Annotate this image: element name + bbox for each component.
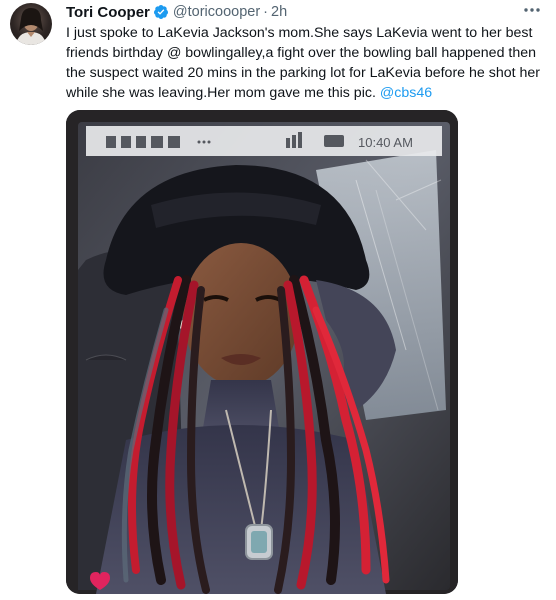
verified-badge-icon <box>153 4 169 20</box>
author-handle[interactable]: @toricoooper <box>173 4 260 20</box>
phone-status-time: 10:40 AM <box>358 135 413 150</box>
mention-link[interactable]: @cbs46 <box>380 85 432 101</box>
more-horizontal-icon[interactable] <box>521 2 543 18</box>
author-avatar[interactable] <box>10 3 52 45</box>
author-display-name[interactable]: Tori Cooper <box>66 4 150 21</box>
tweet: Tori Cooper @toricoooper · 2h I just spo… <box>0 0 556 600</box>
tweet-media-photo[interactable]: 10:40 AM <box>66 110 458 594</box>
header-separator: · <box>263 4 268 20</box>
tweet-header: Tori Cooper @toricoooper · 2h <box>66 3 287 21</box>
tweet-text: I just spoke to LaKevia Jackson's mom.Sh… <box>66 23 550 103</box>
tweet-body: I just spoke to LaKevia Jackson's mom.Sh… <box>66 25 540 101</box>
tweet-timestamp[interactable]: 2h <box>271 4 287 20</box>
